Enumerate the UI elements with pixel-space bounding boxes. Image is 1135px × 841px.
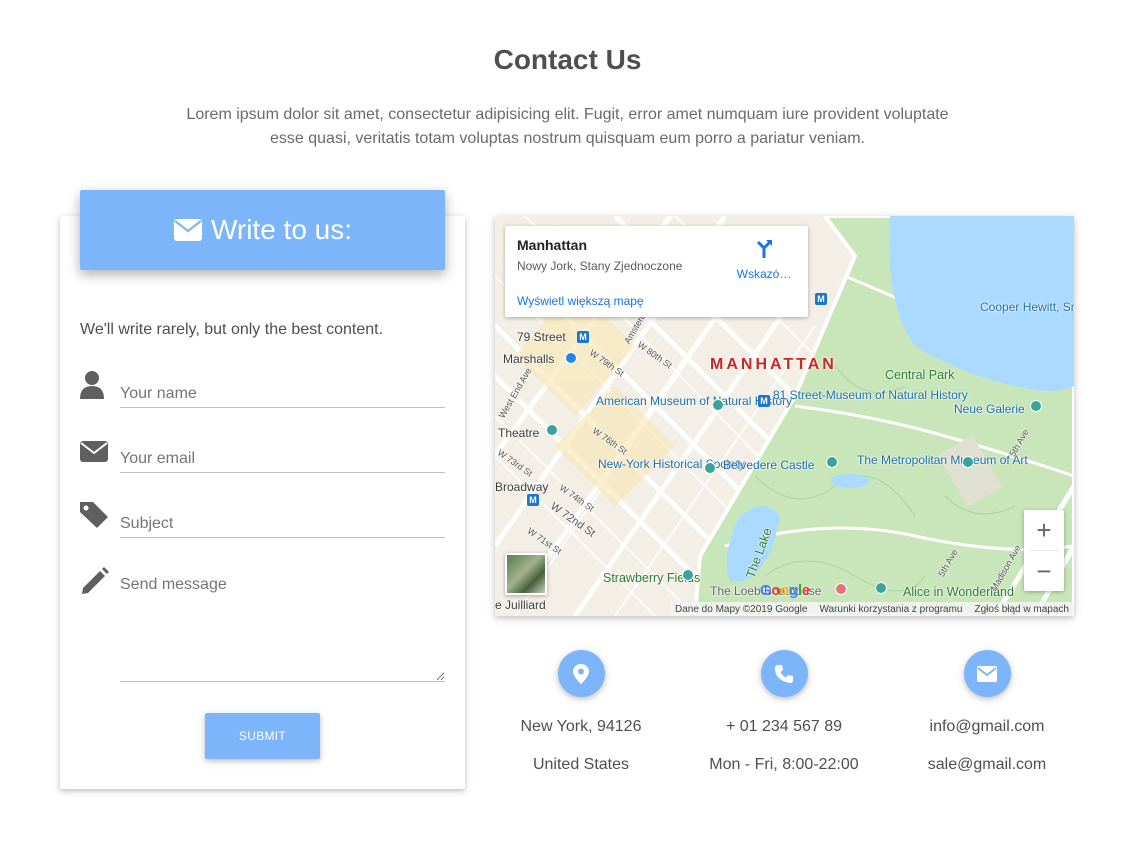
museum-icon-neue [1030, 400, 1042, 412]
shop-icon [565, 352, 577, 364]
submit-button[interactable]: SUBMIT [205, 713, 320, 759]
map-label-belvedere: Belvedere Castle [723, 458, 815, 472]
zoom-controls: + − [1024, 510, 1064, 591]
location-circle[interactable] [557, 650, 605, 697]
map-attribution-bar: Dane do Mapy ©2019 Google Warunki korzys… [671, 602, 1074, 616]
contact-city: New York, 94126 [520, 718, 642, 735]
theatre-icon [546, 424, 558, 436]
map-label-neue-galerie: Neue Galerie [954, 402, 1025, 416]
map-label-met: The Metropolitan Museum of Art [857, 453, 1028, 467]
subway-icon-top: M [815, 293, 827, 305]
contact-email-sale: sale@gmail.com [927, 756, 1047, 773]
map-label-81-street: 81 Street-Museum of Natural History [773, 388, 968, 402]
form-lead: We'll write rarely, but only the best co… [80, 321, 384, 338]
pencil-icon [82, 567, 109, 594]
map-terms-link[interactable]: Warunki korzystania z programu [819, 604, 962, 615]
museum-icon [712, 399, 724, 411]
email-circle[interactable] [963, 650, 1011, 697]
map-label-marshalls: Marshalls [503, 352, 555, 366]
directions-button[interactable]: Wskazó… [734, 240, 794, 281]
phone-circle[interactable] [760, 650, 808, 697]
contact-phone: + 01 234 567 89 Mon - Fri, 8:00-22:00 [684, 650, 884, 774]
map-label-manhattan: MANHATTAN [710, 356, 837, 373]
subway-icon-broadway: M [527, 494, 539, 506]
directions-icon [756, 240, 772, 258]
intro-line-2: esse quasi, veritatis totam voluptas nos… [270, 130, 865, 147]
message-textarea[interactable] [120, 574, 445, 682]
form-header-title: Write to us: [210, 214, 353, 245]
map-label-cooper-hewitt: Cooper Hewitt, Smithsonian Design [980, 300, 1074, 314]
phone-icon [775, 664, 793, 683]
map-attribution: Dane do Mapy ©2019 Google [675, 603, 808, 615]
satellite-toggle[interactable] [505, 553, 547, 595]
zoom-out-button[interactable]: − [1024, 551, 1064, 591]
form-header: Write to us: [80, 190, 445, 270]
map-label-theatre: Theatre [498, 426, 540, 440]
map-label-79-street: 79 Street [517, 330, 566, 344]
subject-input[interactable] [120, 510, 445, 538]
restaurant-icon [835, 583, 847, 595]
envelope-icon [80, 441, 108, 462]
castle-icon [826, 456, 838, 468]
subway-icon: M [577, 331, 589, 343]
contact-email-info: info@gmail.com [929, 718, 1045, 735]
contact-hours: Mon - Fri, 8:00-22:00 [709, 756, 859, 773]
page-title: Contact Us [493, 44, 642, 75]
map-label-broadway: Broadway [495, 480, 549, 494]
subway-icon-81: M [758, 395, 770, 407]
name-input[interactable] [120, 380, 445, 408]
subject-field-group [80, 500, 445, 538]
intro-text: Lorem ipsum dolor sit amet, consectetur … [185, 103, 950, 151]
message-field-group [80, 566, 445, 683]
park-poi-icon-alice [875, 582, 887, 594]
map-marker-icon [573, 663, 589, 684]
contact-email: info@gmail.com sale@gmail.com [887, 650, 1087, 774]
zoom-in-button[interactable]: + [1024, 510, 1064, 550]
tag-icon [80, 502, 108, 528]
contact-country: United States [532, 756, 630, 773]
user-icon [80, 371, 104, 399]
map-label-juilliard: e Juilliard [495, 598, 546, 612]
museum-icon-met [962, 456, 974, 468]
google-logo: Google [760, 582, 810, 599]
museum-icon-nyhs [704, 462, 716, 474]
email-input[interactable] [120, 445, 445, 473]
map-info-box: Manhattan Nowy Jork, Stany Zjednoczone W… [505, 226, 808, 317]
email-field-group [80, 437, 445, 473]
envelope-icon [977, 665, 997, 682]
intro-line-1: Lorem ipsum dolor sit amet, consectetur … [186, 106, 949, 123]
map-info-subtitle: Nowy Jork, Stany Zjednoczone [517, 259, 683, 273]
directions-label: Wskazó… [736, 267, 792, 281]
contact-phone-number: + 01 234 567 89 [725, 718, 843, 735]
map-report-link[interactable]: Zgłoś błąd w mapach [974, 604, 1069, 615]
larger-map-link[interactable]: Wyświetl większą mapę [517, 294, 644, 308]
map-label-central-park: Central Park [885, 368, 955, 382]
name-field-group [80, 370, 445, 408]
envelope-icon [173, 219, 202, 241]
map-embed[interactable]: MANHATTAN 79 Street M Marshalls Theatre … [495, 216, 1074, 616]
park-poi-icon [682, 569, 694, 581]
contact-location: New York, 94126 United States [481, 650, 681, 774]
map-info-title: Manhattan [517, 237, 587, 253]
